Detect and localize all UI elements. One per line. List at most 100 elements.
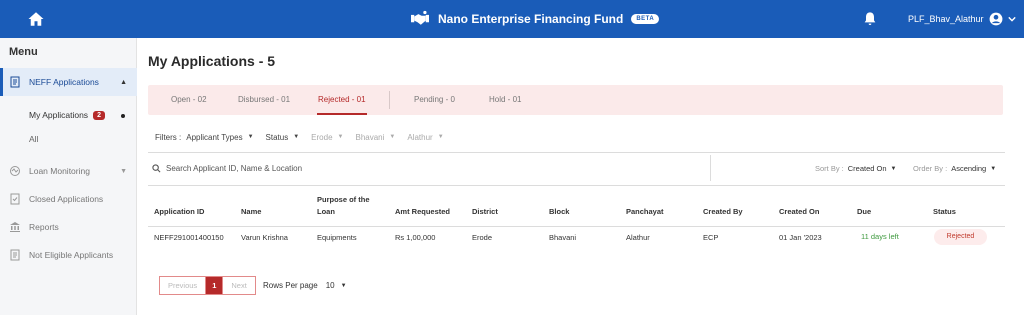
cell-panchayat: Alathur xyxy=(626,233,650,242)
sort-by-value: Created On xyxy=(847,164,887,173)
sidebar-subitem-my-applications[interactable]: My Applications 2 xyxy=(29,110,105,120)
caret-down-icon: ▼ xyxy=(389,134,396,140)
order-by-value: Ascending xyxy=(951,164,987,173)
cell-block: Bhavani xyxy=(549,233,577,242)
monitoring-icon xyxy=(10,166,20,176)
caret-down-icon: ▼ xyxy=(247,134,254,140)
filters-bar: Filters : Applicant Types ▼ Status ▼ Erode… xyxy=(155,131,456,143)
col-purpose-line1[interactable]: Purpose of the xyxy=(317,195,370,204)
col-block[interactable]: Block xyxy=(549,207,569,216)
rows-per-page-value: 10 xyxy=(325,281,335,290)
filter-applicant-types[interactable]: Applicant Types ▼ xyxy=(186,133,253,142)
cell-due: 11 days left xyxy=(861,232,899,241)
tab-open[interactable]: Open - 02 xyxy=(171,85,207,115)
col-panchayat[interactable]: Panchayat xyxy=(626,207,664,216)
tab-disbursed[interactable]: Disbursed - 01 xyxy=(238,85,290,115)
col-district[interactable]: District xyxy=(472,207,498,216)
rows-per-page-select[interactable]: 10 ▼ xyxy=(326,281,347,290)
sidebar-item-neff-applications[interactable]: NEFF Applications ▲ xyxy=(0,68,137,96)
cell-created-by: ECP xyxy=(703,233,719,242)
sidebar-item-reports[interactable]: Reports xyxy=(0,213,137,241)
sidebar-item-not-eligible-applicants[interactable]: Not Eligible Applicants xyxy=(0,241,137,269)
sidebar-item-label: NEFF Applications xyxy=(29,77,99,87)
document-icon xyxy=(10,249,20,261)
user-avatar-icon xyxy=(989,12,1002,26)
status-tabs: Open - 02 Disbursed - 01 Rejected - 01 P… xyxy=(148,85,1003,115)
order-by-select[interactable]: Order By : Ascending ▼ xyxy=(913,164,996,173)
divider xyxy=(148,152,1005,153)
checklist-icon xyxy=(10,193,20,205)
active-dot xyxy=(121,114,125,118)
col-amt-requested[interactable]: Amt Requested xyxy=(395,207,450,216)
sidebar: Menu NEFF Applications ▲ My Applications… xyxy=(0,38,137,315)
rows-per-page: Rows Per page 10 ▼ xyxy=(263,281,347,290)
filter-label: Erode xyxy=(311,132,333,142)
filter-panchayat[interactable]: Alathur ▼ xyxy=(407,133,443,142)
bank-icon xyxy=(10,222,20,232)
col-name[interactable]: Name xyxy=(241,207,261,216)
caret-down-icon: ▼ xyxy=(120,167,127,175)
page-1-button[interactable]: 1 xyxy=(206,277,223,294)
brand: Nano Enterprise Financing Fund BETA xyxy=(410,9,660,29)
beta-badge: BETA xyxy=(631,14,660,24)
caret-down-icon: ▼ xyxy=(293,134,300,140)
divider xyxy=(148,226,1005,227)
caret-down-icon: ▼ xyxy=(340,282,347,289)
search-icon xyxy=(152,164,161,173)
sidebar-item-label: Reports xyxy=(29,222,59,232)
document-icon xyxy=(10,76,20,88)
tab-rejected[interactable]: Rejected - 01 xyxy=(317,85,367,115)
divider xyxy=(710,155,711,181)
caret-down-icon: ▼ xyxy=(337,134,344,140)
pagination: Previous 1 Next xyxy=(159,276,256,295)
search-input[interactable] xyxy=(166,160,466,176)
col-due[interactable]: Due xyxy=(857,207,871,216)
filter-status[interactable]: Status ▼ xyxy=(266,133,300,142)
divider xyxy=(148,185,1005,186)
count-badge: 2 xyxy=(93,110,105,120)
filter-label: Applicant Types xyxy=(186,132,243,142)
col-created-by[interactable]: Created By xyxy=(703,207,743,216)
cell-created-on: 01 Jan '2023 xyxy=(779,233,822,242)
col-purpose-line2[interactable]: Loan xyxy=(317,207,335,216)
tab-pending[interactable]: Pending - 0 xyxy=(414,85,455,115)
app-title: Nano Enterprise Financing Fund xyxy=(438,12,624,26)
handshake-logo-icon xyxy=(411,10,429,25)
sidebar-item-label: Not Eligible Applicants xyxy=(29,250,114,260)
sort-by-select[interactable]: Sort By : Created On ▼ xyxy=(815,164,897,173)
sidebar-subitem-label: My Applications xyxy=(29,110,89,120)
sidebar-item-loan-monitoring[interactable]: Loan Monitoring ▼ xyxy=(0,157,137,185)
col-created-on[interactable]: Created On xyxy=(779,207,819,216)
bell-icon[interactable] xyxy=(862,11,878,27)
cell-district: Erode xyxy=(472,233,493,242)
previous-button[interactable]: Previous xyxy=(160,277,207,294)
sidebar-subitem-all[interactable]: All xyxy=(29,134,38,144)
filter-label: Bhavani xyxy=(355,132,385,142)
chevron-down-icon xyxy=(1007,16,1016,22)
tab-divider xyxy=(389,91,390,109)
sidebar-item-label: Loan Monitoring xyxy=(29,166,90,176)
filter-block[interactable]: Bhavani ▼ xyxy=(355,133,395,142)
caret-down-icon: ▼ xyxy=(890,165,897,172)
filter-district[interactable]: Erode ▼ xyxy=(311,133,343,142)
page-title: My Applications - 5 xyxy=(148,53,276,69)
filter-label: Alathur xyxy=(407,132,433,142)
next-button[interactable]: Next xyxy=(222,277,254,294)
sort-by-label: Sort By : xyxy=(815,164,844,173)
filters-label: Filters : xyxy=(155,132,182,142)
cell-application-id[interactable]: NEFF291001400150 xyxy=(154,233,224,242)
top-navbar: Nano Enterprise Financing Fund BETA PLF_… xyxy=(0,0,1024,38)
tab-hold[interactable]: Hold - 01 xyxy=(489,85,521,115)
caret-up-icon: ▲ xyxy=(120,78,127,86)
caret-down-icon: ▼ xyxy=(990,165,997,172)
cell-name: Varun Krishna xyxy=(241,233,288,242)
col-application-id[interactable]: Application ID xyxy=(154,207,204,216)
cell-purpose: Equipments xyxy=(317,233,357,242)
sidebar-item-closed-applications[interactable]: Closed Applications xyxy=(0,185,137,213)
home-icon[interactable] xyxy=(27,10,45,28)
order-by-label: Order By : xyxy=(913,164,948,173)
caret-down-icon: ▼ xyxy=(437,134,444,140)
user-menu[interactable]: PLF_Bhav_Alathur xyxy=(908,11,1016,27)
col-status[interactable]: Status xyxy=(933,207,956,216)
menu-title: Menu xyxy=(9,46,38,58)
